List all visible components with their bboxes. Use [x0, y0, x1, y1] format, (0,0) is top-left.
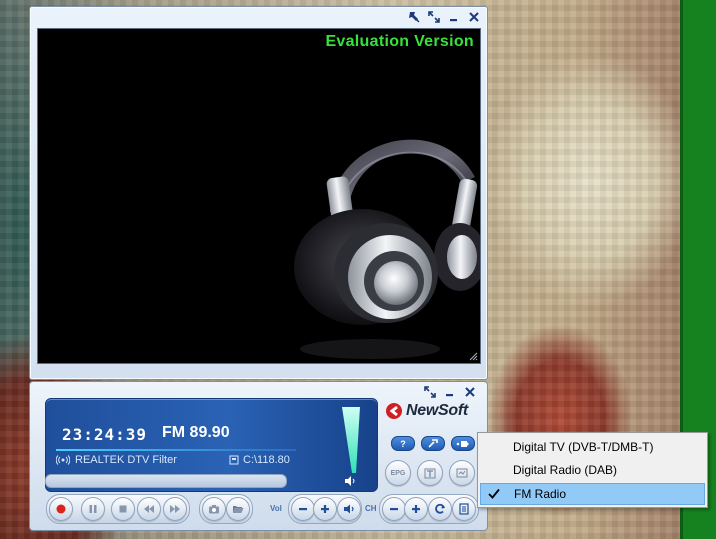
checkmark-icon	[488, 488, 500, 499]
volume-up-button[interactable]	[313, 497, 337, 521]
video-window: Evaluation Version	[29, 6, 488, 380]
clock-time: 23:24:39	[62, 425, 148, 444]
volume-label: Vol	[270, 504, 282, 513]
seek-bar[interactable]	[45, 474, 287, 488]
menu-item-digital-tv[interactable]: Digital TV (DVB-T/DMB-T)	[480, 436, 705, 458]
plus-icon	[412, 505, 420, 513]
minimize-icon[interactable]	[443, 385, 457, 399]
video-display[interactable]: Evaluation Version	[37, 28, 481, 364]
restore-icon[interactable]	[423, 385, 437, 399]
rewind-button[interactable]	[137, 497, 161, 521]
source-context-menu: Digital TV (DVB-T/DMB-T) Digital Radio (…	[477, 432, 708, 508]
control-panel: 23:24:39 FM 89.90 REALTEK DTV Filter C:\…	[29, 381, 488, 531]
help-button[interactable]: ?	[391, 436, 415, 451]
info-button[interactable]	[449, 460, 475, 486]
evaluation-watermark: Evaluation Version	[325, 33, 474, 50]
channel-down-button[interactable]	[382, 497, 406, 521]
stop-button[interactable]	[111, 497, 135, 521]
source-select-button[interactable]	[451, 436, 475, 451]
minimize-icon[interactable]	[447, 10, 461, 24]
volume-level-meter	[342, 407, 360, 473]
teletext-icon	[424, 468, 436, 479]
newsoft-logo-icon	[386, 403, 402, 419]
brand-name: NewSoft	[406, 402, 468, 419]
source-info: REALTEK DTV Filter	[56, 454, 177, 466]
question-icon: ?	[400, 439, 406, 448]
plus-icon	[321, 505, 329, 513]
epg-button[interactable]: EPG	[385, 460, 411, 486]
folder-open-icon	[233, 506, 244, 513]
source-name: REALTEK DTV Filter	[75, 454, 177, 466]
fast-forward-icon	[170, 505, 180, 513]
camera-icon	[209, 505, 219, 514]
fast-forward-button[interactable]	[163, 497, 187, 521]
speaker-icon	[345, 476, 355, 486]
source-select-icon	[456, 440, 469, 447]
list-icon	[459, 503, 469, 515]
newsoft-logo: NewSoft	[385, 402, 468, 420]
svg-text:?: ?	[400, 439, 406, 448]
menu-item-digital-radio[interactable]: Digital Radio (DAB)	[480, 459, 705, 481]
record-icon	[56, 504, 66, 514]
restore-icon[interactable]	[427, 10, 441, 24]
channel-frequency: FM 89.90	[162, 424, 230, 441]
teletext-button[interactable]	[417, 460, 443, 486]
record-button[interactable]	[49, 497, 73, 521]
channel-up-button[interactable]	[404, 497, 428, 521]
resize-grip-icon[interactable]	[468, 351, 478, 361]
speaker-icon	[344, 504, 354, 514]
minus-icon	[390, 508, 398, 511]
panel-window-controls	[423, 385, 477, 399]
minus-icon	[299, 508, 307, 511]
close-icon[interactable]	[467, 10, 481, 24]
storage-info: C:\118.80	[229, 454, 290, 466]
mute-button[interactable]	[337, 497, 361, 521]
menu-item-fm-radio[interactable]: FM Radio	[480, 483, 705, 505]
volume-down-button[interactable]	[291, 497, 315, 521]
refresh-icon	[435, 503, 445, 514]
stop-icon	[119, 505, 127, 513]
channel-scan-button[interactable]	[428, 497, 452, 521]
tools-icon	[427, 439, 438, 448]
video-window-controls	[407, 10, 481, 24]
headphones-image	[294, 139, 480, 359]
storage-value: C:\118.80	[243, 454, 290, 466]
info-icon	[456, 468, 468, 478]
pause-button[interactable]	[81, 497, 105, 521]
pin-icon[interactable]	[407, 10, 421, 24]
display-divider	[56, 449, 296, 451]
channel-list-button[interactable]	[452, 497, 476, 521]
snapshot-button[interactable]	[202, 497, 226, 521]
pause-icon	[89, 505, 97, 513]
settings-button[interactable]	[421, 436, 445, 451]
disk-icon	[229, 455, 239, 465]
rewind-icon	[144, 505, 154, 513]
close-icon[interactable]	[463, 385, 477, 399]
channel-label: CH	[365, 504, 377, 513]
open-file-button[interactable]	[226, 497, 250, 521]
signal-icon	[56, 455, 70, 465]
